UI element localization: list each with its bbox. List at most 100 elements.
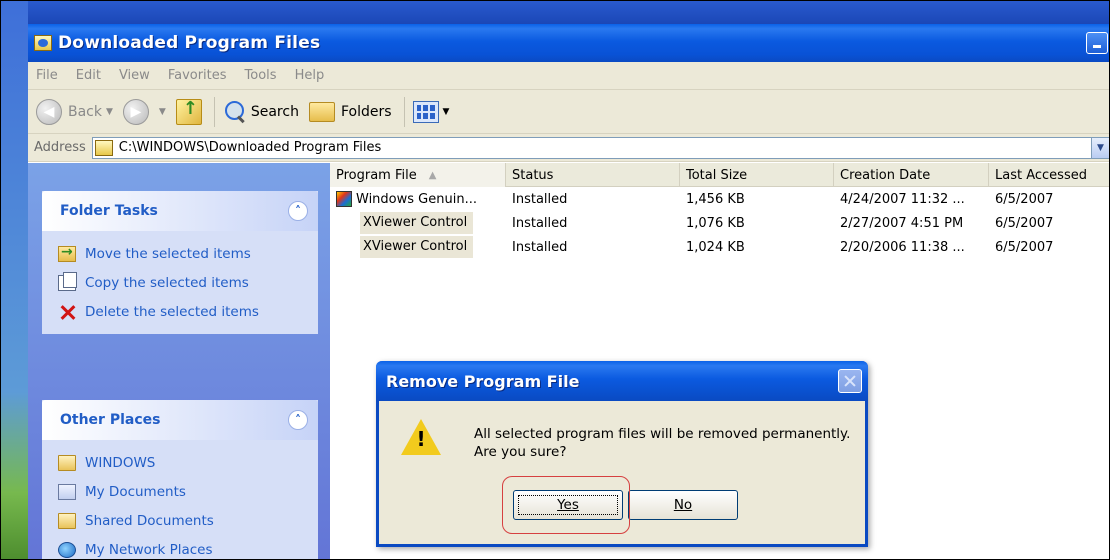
table-row[interactable]: XViewer Control Installed 1,076 KB 2/27/… (330, 211, 1110, 235)
folders-icon (308, 101, 335, 122)
folder-tasks-title: Folder Tasks (60, 203, 158, 219)
collapse-chevron-icon[interactable]: ˄ (288, 410, 308, 430)
column-total-size[interactable]: Total Size (680, 163, 834, 187)
dialog-title-bar[interactable]: Remove Program File (376, 361, 868, 401)
remove-program-dialog: Remove Program File ! All selected progr… (376, 361, 868, 547)
dialog-message-line: All selected program files will be remov… (474, 426, 851, 442)
desktop-background-left (0, 0, 28, 560)
desktop-background-top (0, 0, 1110, 24)
task-delete-items[interactable]: Delete the selected items (58, 297, 308, 326)
program-file-cell: XViewer Control (330, 236, 506, 258)
copy-icon (58, 271, 77, 291)
title-bar[interactable]: Downloaded Program Files (28, 24, 1110, 62)
place-shared-documents[interactable]: Shared Documents (58, 506, 308, 535)
size-cell: 1,024 KB (686, 239, 745, 255)
minimize-button[interactable] (1086, 32, 1108, 54)
views-dropdown-icon[interactable]: ▼ (443, 107, 450, 117)
documents-icon (58, 483, 76, 500)
column-program-file[interactable]: Program File ▲ (330, 163, 506, 187)
other-places-header[interactable]: Other Places ˄ (42, 400, 318, 440)
collapse-chevron-icon[interactable]: ˄ (288, 201, 308, 221)
forward-button[interactable]: ▶ ▼ (122, 98, 166, 125)
place-label: My Network Places (85, 541, 213, 558)
yes-button[interactable]: Yes (513, 490, 623, 520)
close-icon[interactable] (838, 369, 862, 393)
program-name: Windows Genuin... (356, 191, 477, 207)
task-move-items[interactable]: Move the selected items (58, 239, 308, 268)
task-copy-items[interactable]: Copy the selected items (58, 268, 308, 297)
menu-file[interactable]: File (36, 68, 58, 83)
creation-date-cell: 2/27/2007 4:51 PM (840, 215, 964, 231)
focus-rectangle (518, 495, 618, 515)
size-cell: 1,456 KB (686, 191, 745, 207)
program-name: XViewer Control (360, 212, 474, 234)
folder-web-icon (34, 35, 52, 51)
menu-tools[interactable]: Tools (245, 68, 277, 83)
other-places-panel: Other Places ˄ WINDOWS My Documents Shar… (42, 400, 318, 560)
address-value: C:\WINDOWS\Downloaded Program Files (118, 140, 382, 155)
task-label: Delete the selected items (85, 303, 259, 320)
menu-edit[interactable]: Edit (76, 68, 101, 83)
status-cell: Installed (512, 215, 568, 231)
genuine-advantage-icon (336, 191, 352, 207)
no-button[interactable]: No (628, 490, 738, 520)
search-button[interactable]: Search (223, 100, 299, 124)
place-my-documents[interactable]: My Documents (58, 477, 308, 506)
column-label: Last Accessed (995, 167, 1087, 183)
last-accessed-cell: 6/5/2007 (995, 215, 1054, 231)
last-accessed-cell: 6/5/2007 (995, 239, 1054, 255)
address-label: Address (34, 140, 86, 155)
folder-tasks-header[interactable]: Folder Tasks ˄ (42, 191, 318, 231)
place-my-network-places[interactable]: My Network Places (58, 535, 308, 560)
column-label: Status (512, 167, 554, 183)
back-arrow-icon: ◀ (36, 98, 62, 125)
dialog-message-line: Are you sure? (474, 444, 567, 460)
dialog-title: Remove Program File (386, 371, 580, 391)
toolbar-separator (213, 96, 215, 127)
task-label: Move the selected items (85, 245, 251, 262)
column-label: Program File (336, 167, 417, 183)
column-last-accessed[interactable]: Last Accessed (989, 163, 1110, 187)
folders-label: Folders (340, 103, 392, 120)
column-status[interactable]: Status (506, 163, 680, 187)
delete-icon (58, 304, 76, 320)
forward-dropdown-icon[interactable]: ▼ (159, 107, 166, 117)
views-button[interactable]: ▼ (412, 100, 450, 123)
menu-favorites[interactable]: Favorites (168, 68, 227, 83)
status-cell: Installed (512, 191, 568, 207)
up-folder-icon (175, 98, 202, 125)
move-icon (58, 244, 76, 262)
creation-date-cell: 4/24/2007 11:32 ... (840, 191, 965, 207)
window-title: Downloaded Program Files (58, 33, 321, 53)
menu-view[interactable]: View (119, 68, 150, 83)
address-bar: Address C:\WINDOWS\Downloaded Program Fi… (28, 134, 1110, 162)
address-input[interactable]: C:\WINDOWS\Downloaded Program Files ▼ (91, 136, 1110, 159)
task-pane: Folder Tasks ˄ Move the selected items C… (28, 163, 330, 560)
address-dropdown-icon[interactable]: ▼ (1091, 137, 1109, 158)
column-label: Total Size (686, 167, 748, 183)
search-label: Search (250, 103, 299, 120)
views-icon (412, 100, 439, 123)
list-header: Program File ▲ Status Total Size Creatio… (330, 163, 1110, 187)
menu-bar: File Edit View Favorites Tools Help (28, 62, 1110, 90)
up-folder-button[interactable] (175, 98, 202, 125)
column-creation-date[interactable]: Creation Date (834, 163, 989, 187)
program-file-cell: Windows Genuin... (330, 191, 506, 207)
folders-button[interactable]: Folders (308, 101, 392, 122)
network-icon (58, 541, 76, 558)
table-row[interactable]: Windows Genuin... Installed 1,456 KB 4/2… (330, 187, 1110, 211)
back-label: Back (68, 103, 102, 120)
size-cell: 1,076 KB (686, 215, 745, 231)
task-label: Copy the selected items (85, 274, 249, 291)
folder-icon (58, 512, 76, 529)
last-accessed-cell: 6/5/2007 (995, 191, 1054, 207)
table-row[interactable]: XViewer Control Installed 1,024 KB 2/20/… (330, 235, 1110, 259)
place-label: Shared Documents (85, 512, 214, 529)
no-label: No (673, 497, 693, 513)
creation-date-cell: 2/20/2006 11:38 ... (840, 239, 965, 255)
back-dropdown-icon[interactable]: ▼ (106, 107, 113, 117)
menu-help[interactable]: Help (295, 68, 325, 83)
place-windows[interactable]: WINDOWS (58, 448, 308, 477)
other-places-title: Other Places (60, 412, 161, 428)
back-button[interactable]: ◀ Back ▼ (36, 98, 113, 125)
